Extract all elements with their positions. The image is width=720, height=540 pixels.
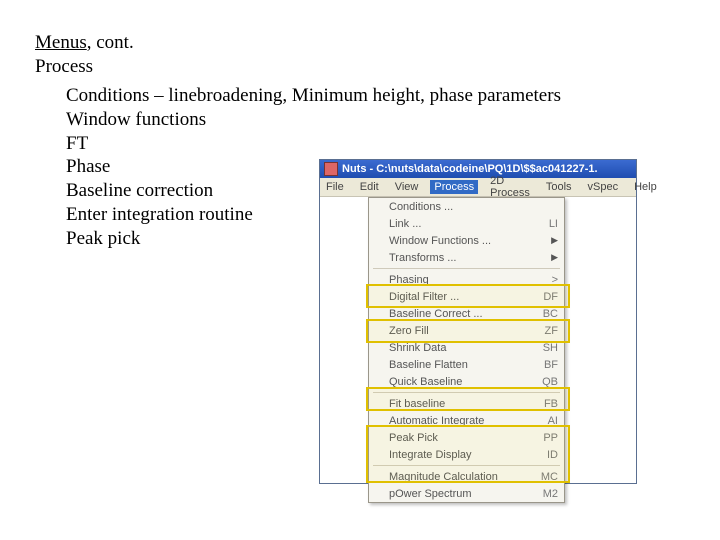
menu-edit[interactable]: Edit xyxy=(356,180,383,194)
menu-item-label: Fit baseline xyxy=(389,398,536,410)
menu-item-label: pOwer Spectrum xyxy=(389,488,535,500)
menu-item[interactable]: Automatic IntegrateAI xyxy=(369,412,564,429)
submenu-arrow-icon: ▶ xyxy=(543,235,558,246)
menu-item[interactable]: Conditions ... xyxy=(369,198,564,215)
menu-item-shortcut: BC xyxy=(535,308,558,320)
menu-item-shortcut: ID xyxy=(539,449,558,461)
menu-file[interactable]: File xyxy=(322,180,348,194)
submenu-arrow-icon: ▶ xyxy=(543,252,558,263)
menu-item-shortcut: FB xyxy=(536,398,558,410)
heading-line-1: Menus, cont. xyxy=(35,32,134,54)
menu-item-shortcut: MC xyxy=(533,471,558,483)
menu-item-label: Conditions ... xyxy=(389,201,558,213)
menu-item-label: Integrate Display xyxy=(389,449,539,461)
menu-item-shortcut: PP xyxy=(535,432,558,444)
menu-separator xyxy=(373,465,560,466)
menu-item-shortcut: AI xyxy=(540,415,558,427)
menu-item-label: Quick Baseline xyxy=(389,376,534,388)
menu-item-label: Baseline Correct ... xyxy=(389,308,535,320)
menu-help[interactable]: Help xyxy=(630,180,661,194)
window-title: Nuts - C:\nuts\data\codeine\PQ\1D\$$ac04… xyxy=(342,163,598,175)
menu-item[interactable]: Quick BaselineQB xyxy=(369,373,564,390)
menu-item-label: Zero Fill xyxy=(389,325,537,337)
menu-item-shortcut: LI xyxy=(541,218,558,230)
heading-prefix: Menus xyxy=(35,32,87,53)
menubar: File Edit View Process 2D Process Tools … xyxy=(320,178,636,197)
heading-suffix: , cont. xyxy=(87,32,134,53)
menu-item-label: Link ... xyxy=(389,218,541,230)
menu-item-label: Phasing xyxy=(389,274,544,286)
app-window: Nuts - C:\nuts\data\codeine\PQ\1D\$$ac04… xyxy=(320,160,636,483)
menu-process[interactable]: Process xyxy=(430,180,478,194)
app-icon xyxy=(324,162,338,176)
menu-vspec[interactable]: vSpec xyxy=(584,180,623,194)
menu-item[interactable]: Shrink DataSH xyxy=(369,339,564,356)
process-dropdown: Conditions ...Link ...LIWindow Functions… xyxy=(368,197,565,503)
menu-item-label: Window Functions ... xyxy=(389,235,543,247)
bullet-item: FT xyxy=(66,132,561,156)
app-canvas: Conditions ...Link ...LIWindow Functions… xyxy=(320,197,636,483)
titlebar: Nuts - C:\nuts\data\codeine\PQ\1D\$$ac04… xyxy=(320,160,636,178)
menu-item[interactable]: Zero FillZF xyxy=(369,322,564,339)
menu-item-label: Digital Filter ... xyxy=(389,291,535,303)
menu-item-shortcut: > xyxy=(544,274,558,286)
menu-item[interactable]: Window Functions ...▶ xyxy=(369,232,564,249)
menu-item[interactable]: Magnitude CalculationMC xyxy=(369,468,564,485)
menu-item[interactable]: Integrate DisplayID xyxy=(369,446,564,463)
menu-item-shortcut: SH xyxy=(535,342,558,354)
menu-item[interactable]: Transforms ...▶ xyxy=(369,249,564,266)
menu-tools[interactable]: Tools xyxy=(542,180,576,194)
menu-item-shortcut: ZF xyxy=(537,325,558,337)
menu-view[interactable]: View xyxy=(391,180,423,194)
menu-item[interactable]: Peak PickPP xyxy=(369,429,564,446)
menu-item-label: Peak Pick xyxy=(389,432,535,444)
menu-item-label: Shrink Data xyxy=(389,342,535,354)
menu-item[interactable]: pOwer SpectrumM2 xyxy=(369,485,564,502)
menu-item-shortcut: QB xyxy=(534,376,558,388)
menu-item-label: Automatic Integrate xyxy=(389,415,540,427)
menu-item-label: Magnitude Calculation xyxy=(389,471,533,483)
heading-line-2: Process xyxy=(35,56,93,78)
menu-item[interactable]: Digital Filter ...DF xyxy=(369,288,564,305)
menu-item-shortcut: BF xyxy=(536,359,558,371)
menu-item-label: Baseline Flatten xyxy=(389,359,536,371)
menu-item[interactable]: Baseline FlattenBF xyxy=(369,356,564,373)
menu-separator xyxy=(373,392,560,393)
menu-separator xyxy=(373,268,560,269)
menu-item[interactable]: Baseline Correct ...BC xyxy=(369,305,564,322)
menu-item[interactable]: Link ...LI xyxy=(369,215,564,232)
menu-item-shortcut: M2 xyxy=(535,488,558,500)
menu-item-shortcut: DF xyxy=(535,291,558,303)
bullet-item: Window functions xyxy=(66,108,561,132)
menu-item[interactable]: Fit baselineFB xyxy=(369,395,564,412)
menu-item[interactable]: Phasing> xyxy=(369,271,564,288)
bullet-item: Conditions – linebroadening, Minimum hei… xyxy=(66,84,561,108)
menu-item-label: Transforms ... xyxy=(389,252,543,264)
